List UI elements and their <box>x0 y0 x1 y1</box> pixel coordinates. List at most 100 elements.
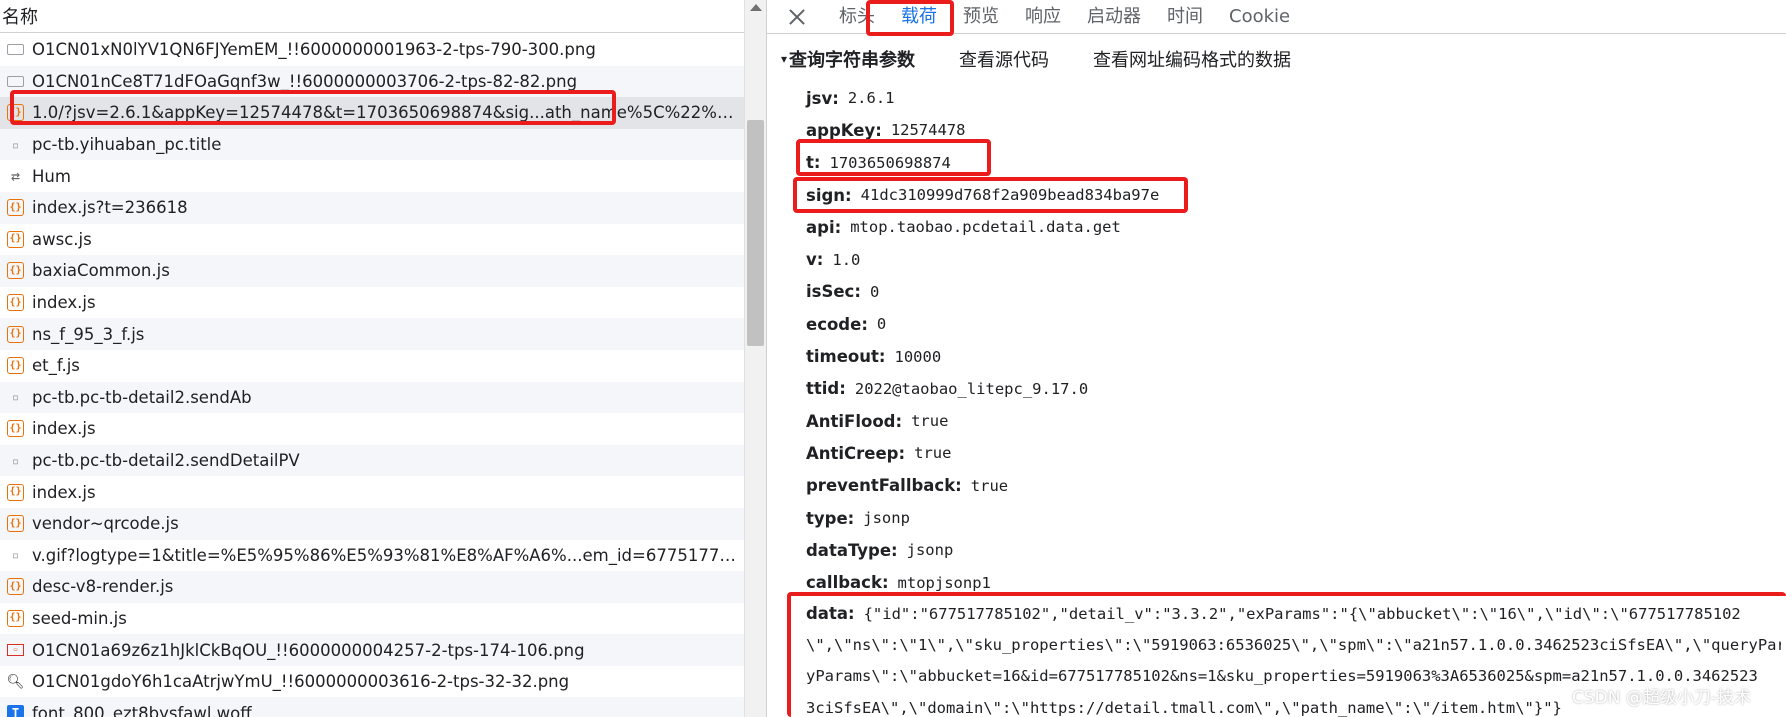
request-row[interactable]: {} awsc.js <box>0 224 744 256</box>
param-key: t <box>806 153 814 173</box>
param-row-AntiCreep: AntiCreep: true <box>806 437 1781 469</box>
script-file-icon: {} <box>7 262 24 280</box>
request-list-scrollbar[interactable] <box>744 0 766 717</box>
param-row-preventFallback: preventFallback: true <box>806 470 1781 502</box>
data-param-line[interactable]: data: {"id":"677517785102","detail_v":"3.… <box>806 598 1781 630</box>
request-name: 1.0/?jsv=2.6.1&appKey=12574478&t=1703650… <box>32 103 742 123</box>
request-row[interactable]: O1CN01nCe8T71dFOaGqnf3w_!!6000000003706-… <box>0 65 744 98</box>
request-row[interactable]: {} seed-min.js <box>0 603 744 635</box>
view-url-encoded-link[interactable]: 查看网址编码格式的数据 <box>1093 46 1291 72</box>
param-value[interactable]: true <box>911 412 948 430</box>
param-row-type: type: jsonp <box>806 502 1781 534</box>
param-value[interactable]: 0 <box>870 283 879 301</box>
request-row[interactable]: {} baxiaCommon.js <box>0 255 744 287</box>
request-row[interactable]: {} index.js <box>0 287 744 319</box>
param-value[interactable]: jsonp <box>907 541 954 559</box>
request-row[interactable]: ▫ pc-tb.pc-tb-detail2.sendAb <box>0 381 744 414</box>
request-name: pc-tb.yihuaban_pc.title <box>32 135 222 155</box>
param-value[interactable]: 2.6.1 <box>848 89 895 107</box>
request-name: index.js <box>32 293 96 313</box>
param-value[interactable]: 1703650698874 <box>830 154 951 172</box>
tab-5[interactable]: 时间 <box>1154 0 1216 34</box>
document-file-icon: ▫ <box>11 137 20 152</box>
request-row[interactable]: 🔍︎ O1CN01gdoY6h1caAtrjwYmU_!!600000000361… <box>0 666 744 698</box>
document-file-icon: ▫ <box>11 390 20 405</box>
param-value[interactable]: 41dc310999d768f2a909bead834ba97e <box>861 186 1160 204</box>
param-value[interactable]: 12574478 <box>891 121 966 139</box>
param-colon: : <box>816 250 824 270</box>
param-value[interactable]: 0 <box>877 315 886 333</box>
param-key: jsv <box>806 88 833 108</box>
tab-3[interactable]: 响应 <box>1012 0 1074 34</box>
request-name: Hum <box>32 166 71 186</box>
tab-1[interactable]: 载荷 <box>888 0 950 34</box>
view-source-link[interactable]: 查看源代码 <box>959 46 1049 72</box>
request-row[interactable]: {} ns_f_95_3_f.js <box>0 318 744 350</box>
request-row[interactable]: ▫ v.gif?logtype=1&title=%E5%95%86%E5%93%8… <box>0 540 744 572</box>
request-name: font_800_ezt8bysfawl.woff <box>32 703 252 717</box>
tab-6[interactable]: Cookie <box>1216 0 1303 34</box>
request-row[interactable]: {} et_f.js <box>0 350 744 382</box>
param-value[interactable]: 1.0 <box>832 251 860 269</box>
param-row-ttid: ttid:2022@taobao_litepc_9.17.0 <box>806 373 1781 405</box>
param-value[interactable]: jsonp <box>863 509 910 527</box>
param-value[interactable]: true <box>914 444 951 462</box>
param-key: type <box>806 508 848 528</box>
param-colon: : <box>861 314 868 334</box>
tab-4[interactable]: 启动器 <box>1074 0 1154 34</box>
param-value[interactable]: true <box>971 477 1008 495</box>
request-row[interactable]: ⇄ Hum <box>0 160 744 192</box>
query-params-list: jsv:2.6.1 appKey:12574478 t:1703650698874 s… <box>806 82 1781 599</box>
request-row[interactable]: {} desc-v8-render.js <box>0 571 744 603</box>
scrollbar-thumb[interactable] <box>747 120 764 346</box>
data-param-line[interactable]: \",\"ns\":\"1\",\"sku_properties\":\"591… <box>806 630 1781 662</box>
request-row[interactable]: {} 1.0/?jsv=2.6.1&appKey=12574478&t=17036… <box>0 97 744 129</box>
request-row[interactable]: O1CN01xN0lYV1QN6FJYemEM_!!6000000001963-… <box>0 34 744 66</box>
request-row[interactable]: {} index.js?t=236618 <box>0 191 744 224</box>
request-row[interactable]: {} index.js <box>0 476 744 508</box>
script-file-icon: {} <box>7 230 24 248</box>
param-colon: : <box>847 604 855 623</box>
request-row[interactable]: ▫ pc-tb.pc-tb-detail2.sendDetailPV <box>0 444 744 477</box>
param-value: 3ciSfsEA\",\"domain\":\"https://detail.t… <box>806 698 1562 717</box>
param-value[interactable]: 10000 <box>895 348 942 366</box>
param-colon: : <box>813 153 821 173</box>
param-row-appKey: appKey:12574478 <box>806 114 1781 146</box>
request-row[interactable]: {} vendor~qrcode.js <box>0 507 744 540</box>
request-name: pc-tb.pc-tb-detail2.sendAb <box>32 387 252 407</box>
param-row-v: v:1.0 <box>806 243 1781 275</box>
font-file-icon: T <box>7 704 24 717</box>
script-file-icon: {} <box>7 420 24 438</box>
param-value: {"id":"677517785102","detail_v":"3.3.2",… <box>863 605 1741 623</box>
param-key: isSec <box>806 282 855 302</box>
request-name: O1CN01a69z6z1hJklCkBqOU_!!6000000004257-… <box>32 640 585 660</box>
param-row-api: api: mtop.taobao.pcdetail.data.get <box>806 211 1781 243</box>
image-file-icon <box>7 44 24 56</box>
search-thumbnail-icon: 🔍︎ <box>6 673 25 690</box>
request-name: et_f.js <box>32 356 80 376</box>
param-value[interactable]: mtopjsonp1 <box>898 574 991 592</box>
param-value[interactable]: mtop.taobao.pcdetail.data.get <box>850 218 1121 236</box>
name-column-header[interactable]: 名称 <box>0 0 744 33</box>
scroll-up-arrow-icon[interactable] <box>750 4 762 11</box>
name-column-label: 名称 <box>2 7 38 28</box>
request-name: seed-min.js <box>32 608 127 628</box>
script-file-icon: {} <box>7 483 24 501</box>
query-string-section-header[interactable]: ▾ 查询字符串参数 查看源代码 查看网址编码格式的数据 <box>767 44 1291 74</box>
tab-2[interactable]: 预览 <box>950 0 1012 34</box>
request-row[interactable]: {} index.js <box>0 413 744 445</box>
request-row[interactable]: ▭ O1CN01a69z6z1hJklCkBqOU_!!6000000004257… <box>0 634 744 666</box>
param-colon: : <box>891 540 898 560</box>
close-icon[interactable] <box>786 6 808 28</box>
param-row-t: t:1703650698874 <box>806 147 1781 179</box>
request-row[interactable]: ▫ pc-tb.yihuaban_pc.title <box>0 128 744 161</box>
request-row[interactable]: Tfont_800_ezt8bysfawl.woff <box>0 697 744 717</box>
param-row-isSec: isSec:0 <box>806 276 1781 308</box>
image-file-icon <box>7 75 24 87</box>
param-value[interactable]: 2022@taobao_litepc_9.17.0 <box>855 380 1088 398</box>
collapse-triangle-icon[interactable]: ▾ <box>781 52 787 66</box>
request-list-panel: 名称 O1CN01xN0lYV1QN6FJYemEM_!!60000000019… <box>0 0 744 717</box>
param-value: \",\"ns\":\"1\",\"sku_properties\":\"591… <box>806 635 1781 654</box>
script-file-icon: {} <box>7 609 24 627</box>
tab-0[interactable]: 标头 <box>826 0 888 34</box>
